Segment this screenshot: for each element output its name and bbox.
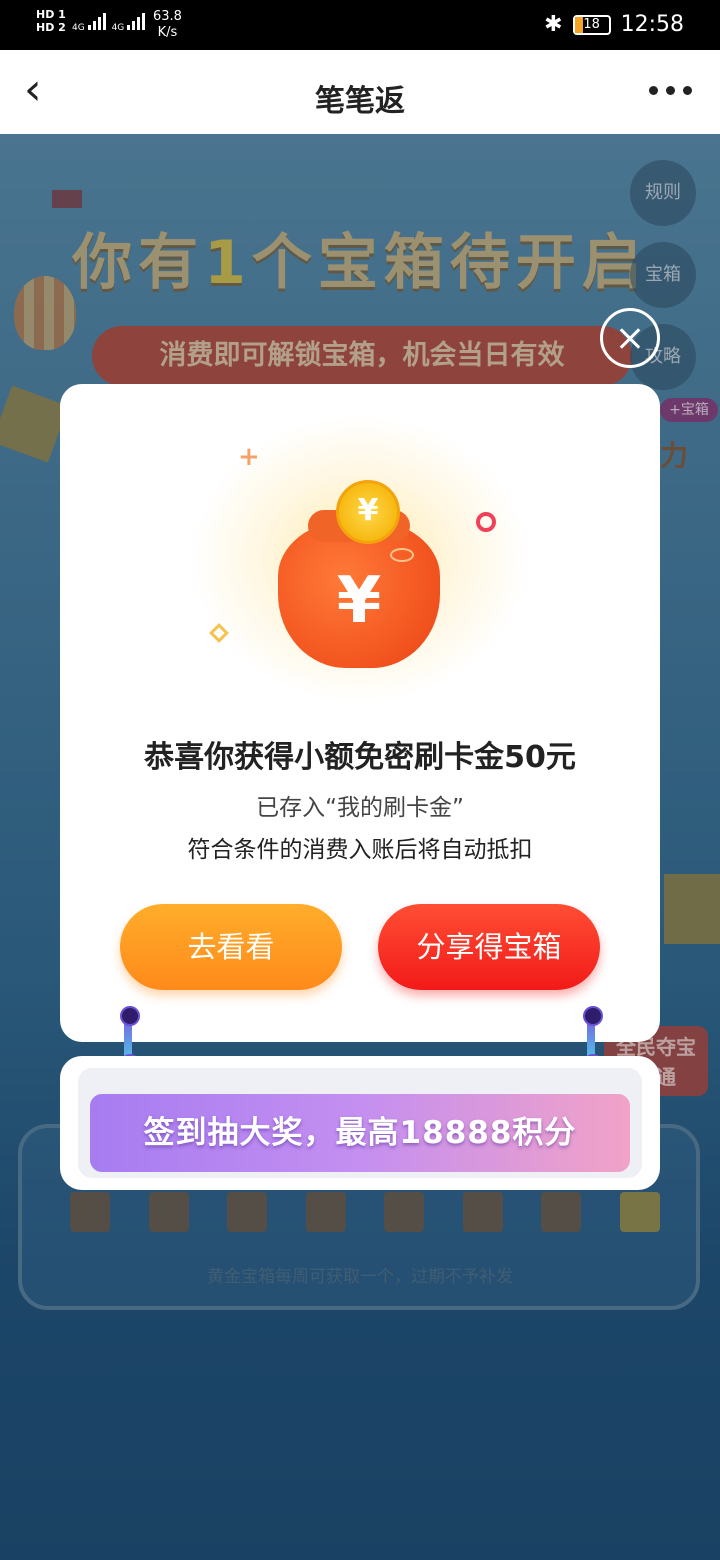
nav-bar: ‹ 笔笔返: [0, 50, 720, 134]
status-right: ✱ 18 12:58: [544, 12, 684, 37]
coin-icon: ¥: [336, 480, 400, 544]
share-for-box-button[interactable]: 分享得宝箱: [378, 904, 600, 990]
reward-saved-note: 已存入“我的刷卡金”: [256, 795, 464, 821]
close-icon[interactable]: [600, 308, 660, 368]
reward-title: 恭喜你获得小额免密刷卡金50元: [144, 740, 576, 775]
battery-icon: 18: [572, 14, 611, 35]
checkin-banner[interactable]: 签到抽大奖，最高18888积分: [90, 1094, 630, 1172]
page-title: 笔笔返: [315, 84, 405, 119]
bluetooth-icon: ✱: [544, 12, 563, 37]
signal-2-icon: 4G: [112, 12, 146, 33]
yen-symbol: ¥: [336, 564, 382, 638]
reward-deduct-note: 符合条件的消费入账后将自动抵扣: [187, 837, 533, 863]
hd-network-indicator: HD 1 HD 2: [36, 8, 66, 34]
signal-indicators: 4G 4G: [72, 12, 146, 33]
ring-sparkle-icon: [476, 512, 496, 532]
bag-bow-icon: [390, 548, 414, 562]
checkin-banner-card: 签到抽大奖，最高18888积分: [60, 1056, 660, 1190]
signal-1-icon: 4G: [72, 12, 106, 33]
more-dots-icon[interactable]: [649, 86, 692, 95]
plus-sparkle-icon: +: [238, 442, 260, 472]
status-bar: HD 1 HD 2 4G 4G 63.8 K/s ✱ 18 12:58: [0, 0, 720, 50]
network-speed: 63.8 K/s: [153, 9, 182, 40]
go-look-button[interactable]: 去看看: [120, 904, 342, 990]
reward-modal: + ¥ ¥ 恭喜你获得小额免密刷卡金50元 已存入“我的刷卡金” 符合条件的消费…: [60, 384, 660, 1042]
clock: 12:58: [620, 12, 684, 37]
